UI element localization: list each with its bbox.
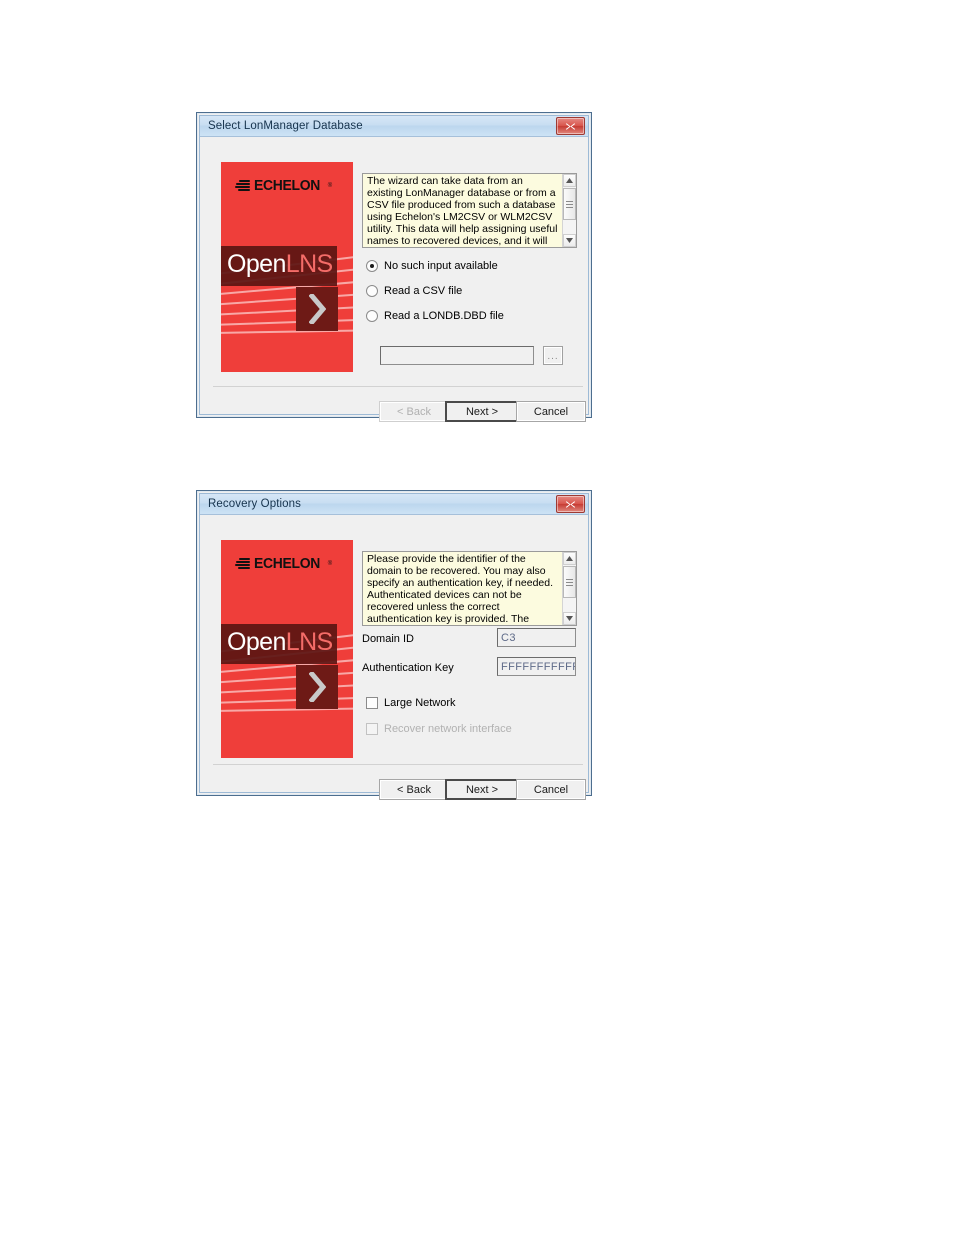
- back-button[interactable]: < Back: [379, 401, 449, 422]
- authentication-key-input[interactable]: FFFFFFFFFFFF: [497, 657, 576, 676]
- chevron-right-icon: [296, 665, 338, 709]
- radio-read-csv-file[interactable]: Read a CSV file: [366, 285, 462, 297]
- checkbox-label: Large Network: [384, 697, 456, 709]
- browse-button[interactable]: ...: [543, 346, 563, 365]
- checkbox-indicator[interactable]: [366, 697, 378, 709]
- dialog1-frame: Select LonManager Database ECHELON ® Ope…: [199, 115, 589, 422]
- radio-label: Read a CSV file: [384, 285, 463, 297]
- scroll-down-icon[interactable]: [563, 612, 576, 625]
- radio-indicator[interactable]: [366, 260, 378, 272]
- select-lonmanager-database-dialog: Select LonManager Database ECHELON ® Ope…: [196, 112, 592, 422]
- dialog1-body: ECHELON ® OpenLNS The wizard can take da…: [201, 138, 587, 422]
- echelon-wordmark: ECHELON: [254, 556, 321, 572]
- dialog1-title: Select LonManager Database: [208, 120, 363, 132]
- dialog2-body: ECHELON ® OpenLNS Please provide the ide…: [201, 516, 587, 800]
- next-button[interactable]: Next >: [445, 779, 519, 800]
- close-icon[interactable]: [556, 117, 585, 135]
- domain-id-label: Domain ID: [362, 633, 414, 645]
- domain-id-input[interactable]: C3: [497, 628, 576, 647]
- dialog2-titlebar[interactable]: Recovery Options: [200, 494, 588, 515]
- back-button[interactable]: < Back: [379, 779, 449, 800]
- echelon-mark-icon: [235, 179, 250, 193]
- dialog2-frame: Recovery Options ECHELON ® OpenLNS Pleas…: [199, 493, 589, 800]
- authentication-key-label: Authentication Key: [362, 662, 454, 674]
- next-button[interactable]: Next >: [445, 401, 519, 422]
- openlns-wordmark: OpenLNS: [227, 628, 333, 656]
- scroll-up-icon[interactable]: [563, 552, 576, 565]
- dialog2-title: Recovery Options: [208, 498, 301, 510]
- chevron-right-icon: [296, 287, 338, 331]
- radio-no-such-input[interactable]: No such input available: [366, 260, 498, 272]
- dialog1-info-scrollbar[interactable]: [562, 174, 576, 247]
- checkbox-label: Recover network interface: [384, 723, 512, 735]
- echelon-mark-icon: [235, 557, 250, 571]
- scroll-up-icon[interactable]: [563, 174, 576, 187]
- database-path-input[interactable]: [380, 346, 534, 365]
- recovery-options-dialog: Recovery Options ECHELON ® OpenLNS Pleas…: [196, 490, 592, 800]
- radio-indicator[interactable]: [366, 310, 378, 322]
- openlns-branding-panel: ECHELON ® OpenLNS: [221, 162, 353, 372]
- echelon-trademark: ®: [327, 561, 333, 567]
- dialog1-titlebar[interactable]: Select LonManager Database: [200, 116, 588, 137]
- checkbox-indicator[interactable]: [366, 723, 378, 735]
- echelon-trademark: ®: [327, 183, 333, 189]
- close-icon[interactable]: [556, 495, 585, 513]
- checkbox-large-network[interactable]: Large Network: [366, 697, 456, 709]
- dialog1-separator: [213, 386, 583, 387]
- cancel-button[interactable]: Cancel: [516, 401, 586, 422]
- echelon-wordmark: ECHELON: [254, 178, 321, 194]
- radio-label: No such input available: [384, 260, 498, 272]
- radio-label: Read a LONDB.DBD file: [384, 310, 504, 322]
- scrollbar-thumb[interactable]: [563, 188, 576, 220]
- echelon-logo: ECHELON ®: [235, 556, 332, 572]
- checkbox-recover-network-interface[interactable]: Recover network interface: [366, 723, 512, 735]
- cancel-button[interactable]: Cancel: [516, 779, 586, 800]
- scroll-down-icon[interactable]: [563, 234, 576, 247]
- dialog2-info-scrollbar[interactable]: [562, 552, 576, 625]
- dialog2-info-text: Please provide the identifier of the dom…: [367, 553, 554, 625]
- radio-indicator[interactable]: [366, 285, 378, 297]
- echelon-logo: ECHELON ®: [235, 178, 332, 194]
- scrollbar-thumb[interactable]: [563, 566, 576, 598]
- page-root: { "colors": { "brand_red": "#ef3e3a", "b…: [0, 0, 954, 1235]
- openlns-branding-panel: ECHELON ® OpenLNS: [221, 540, 353, 758]
- dialog1-info-text: The wizard can take data from an existin…: [367, 175, 558, 247]
- openlns-wordmark: OpenLNS: [227, 250, 333, 278]
- dialog2-separator: [213, 764, 583, 765]
- dialog1-info-box: The wizard can take data from an existin…: [362, 173, 577, 248]
- dialog2-info-box: Please provide the identifier of the dom…: [362, 551, 577, 626]
- radio-read-londb-dbd-file[interactable]: Read a LONDB.DBD file: [366, 310, 504, 322]
